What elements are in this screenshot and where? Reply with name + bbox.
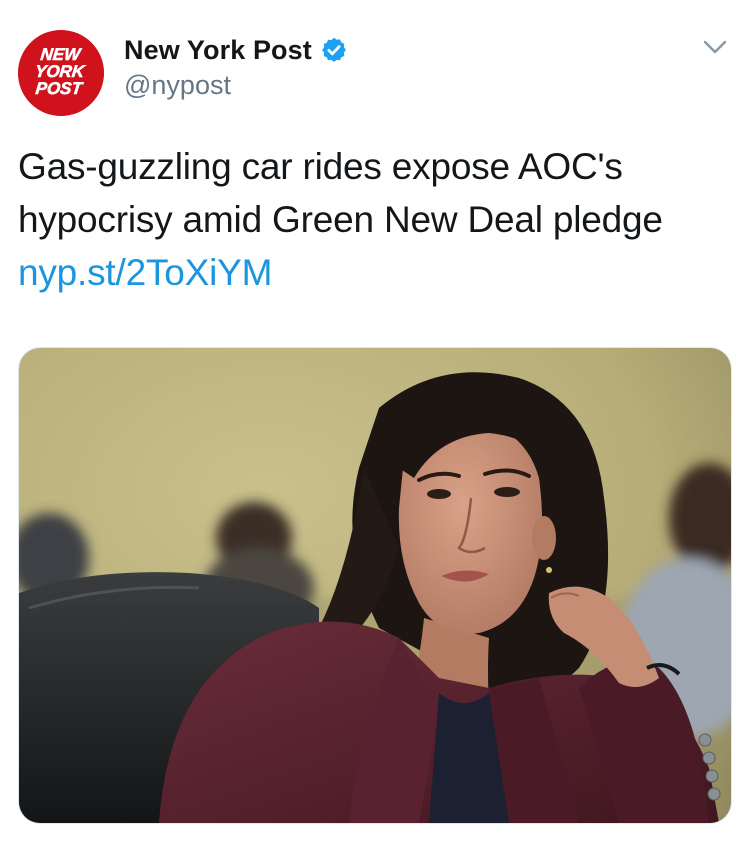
new-york-post-logo: NEW YORK POST NEW YORK POST	[18, 30, 104, 116]
account-name-row: New York Post	[124, 32, 348, 68]
photo-illustration	[19, 348, 731, 823]
account-handle[interactable]: @nypost	[124, 70, 231, 101]
tweet-card: NEW YORK POST NEW YORK POST New York Pos…	[0, 0, 750, 850]
tweet-photo[interactable]	[18, 347, 732, 824]
svg-text:POST: POST	[35, 79, 85, 98]
tweet-body: Gas-guzzling car rides expose AOC's hypo…	[18, 146, 663, 240]
display-name[interactable]: New York Post	[124, 35, 312, 66]
tweet-text: Gas-guzzling car rides expose AOC's hypo…	[18, 140, 728, 299]
verified-badge-icon	[320, 36, 348, 64]
tweet-link[interactable]: nyp.st/2ToXiYM	[18, 252, 272, 293]
avatar[interactable]: NEW YORK POST NEW YORK POST	[18, 30, 104, 116]
chevron-down-icon[interactable]	[700, 34, 730, 60]
